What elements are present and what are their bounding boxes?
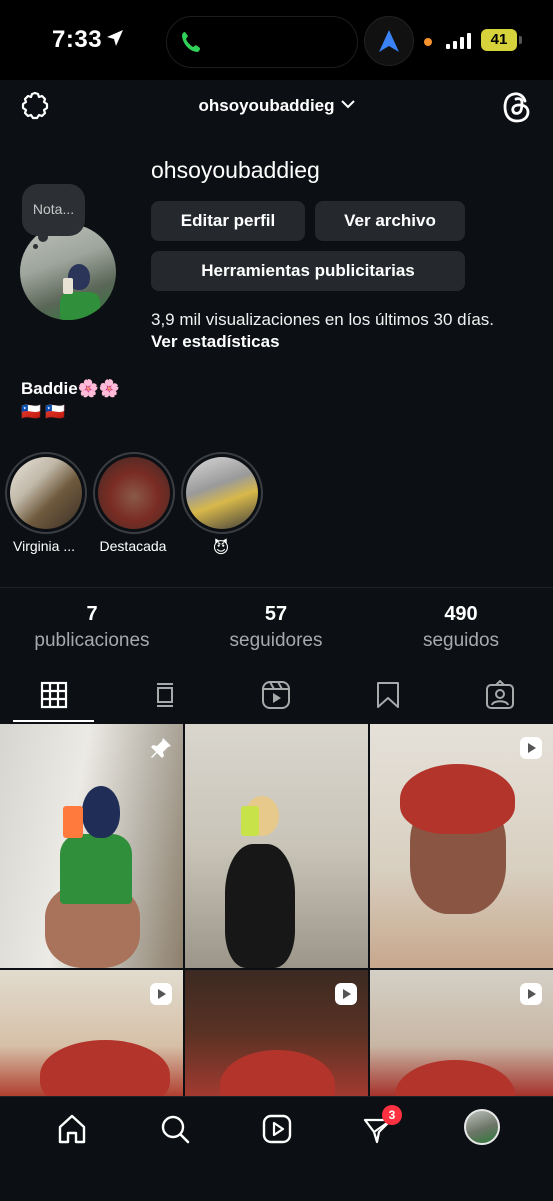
following-label: seguidos [422, 630, 500, 651]
ad-tools-button[interactable]: Herramientas publicitarias [151, 251, 465, 291]
views-summary: 3,9 mil visualizaciones en los últimos 3… [151, 310, 494, 329]
reels-nav-icon[interactable] [261, 1113, 293, 1145]
saved-icon[interactable] [373, 680, 403, 710]
note-bubble[interactable]: Nota... [22, 184, 85, 236]
profile-username-switcher[interactable]: ohsoyoubaddieg [0, 96, 553, 116]
header-username: ohsoyoubaddieg [198, 96, 335, 115]
profile-avatar[interactable] [20, 224, 116, 320]
posts-label: publicaciones [34, 630, 150, 651]
profile-name: ohsoyoubaddieg [151, 157, 320, 183]
avatar-figure-phone [63, 278, 73, 294]
grid-icon[interactable] [39, 680, 69, 710]
avatar-figure-shirt [60, 292, 100, 320]
highlight-3[interactable] [181, 452, 263, 534]
highlight-2[interactable] [93, 452, 175, 534]
navigation-arrow-icon [379, 30, 399, 52]
post-6-figure-hair [395, 1060, 515, 1096]
view-insights-link[interactable]: Ver estadísticas [151, 332, 280, 352]
threads-icon[interactable] [503, 91, 531, 123]
battery-cap [519, 36, 522, 44]
followers-label: seguidores [229, 630, 323, 651]
highlight-1[interactable] [5, 452, 87, 534]
highlight-1-cover [10, 457, 82, 529]
pin-icon [151, 738, 171, 758]
grid-post-1[interactable] [0, 724, 183, 968]
post-5-figure-hair [220, 1050, 335, 1096]
edit-profile-button[interactable]: Editar perfil [151, 201, 305, 241]
cellular-signal-icon [446, 33, 471, 49]
navigation-indicator[interactable] [364, 16, 414, 66]
reel-icon [520, 737, 542, 759]
reel-icon [335, 983, 357, 1005]
grid-post-3[interactable] [370, 724, 553, 968]
dynamic-island[interactable] [166, 16, 358, 68]
battery-indicator: 41 [481, 29, 517, 51]
grid-post-6[interactable] [370, 970, 553, 1096]
highlight-3-label: 😈 [212, 540, 230, 557]
profile-tab-avatar[interactable] [464, 1109, 500, 1145]
notification-badge: 3 [382, 1105, 402, 1125]
note-placeholder: Nota... [32, 201, 75, 217]
highlight-1-label: Virginia ... [13, 538, 75, 554]
bio-line-1: Baddie🌸🌸 [21, 379, 121, 398]
post-4-figure-hair [40, 1040, 170, 1096]
post-3-figure-hair [400, 764, 515, 834]
note-bubble-tail [38, 232, 48, 242]
home-icon[interactable] [56, 1113, 88, 1145]
view-archive-button[interactable]: Ver archivo [315, 201, 465, 241]
bio-line-2: 🇨🇱 🇨🇱 [21, 404, 66, 421]
post-1-figure-mask [82, 786, 120, 838]
privacy-indicator-dot [424, 38, 432, 46]
post-2-figure-phone [241, 806, 259, 836]
post-2-figure-dress [225, 844, 295, 968]
search-icon[interactable] [159, 1113, 191, 1145]
active-tab-indicator [13, 720, 94, 722]
tagged-icon[interactable] [485, 680, 515, 710]
grid-post-4[interactable] [0, 970, 183, 1096]
reels-icon[interactable] [261, 680, 291, 710]
posts-count: 7 [86, 603, 98, 625]
followers-stat[interactable]: 57 seguidores [184, 603, 368, 652]
note-bubble-tail-small [33, 244, 38, 249]
highlight-2-label: Destacada [99, 538, 167, 554]
status-time: 7:33 [52, 26, 103, 53]
reel-icon [520, 983, 542, 1005]
highlight-3-cover [186, 457, 258, 529]
following-count: 490 [444, 603, 478, 625]
posts-grid [0, 724, 553, 1096]
highlight-2-cover [98, 457, 170, 529]
status-bar: 7:33 41 [0, 0, 553, 80]
chevron-down-icon [340, 100, 355, 109]
following-stat[interactable]: 490 seguidos [369, 603, 553, 652]
posts-stat[interactable]: 7 publicaciones [0, 603, 184, 652]
feed-icon[interactable] [150, 680, 180, 710]
reel-icon [150, 983, 172, 1005]
stats-divider [0, 587, 553, 588]
followers-count: 57 [264, 603, 288, 625]
grid-post-2[interactable] [185, 724, 368, 968]
grid-post-5[interactable] [185, 970, 368, 1096]
location-arrow-icon [107, 30, 123, 46]
post-1-figure-shirt [60, 834, 132, 904]
post-1-figure-phone [63, 806, 83, 838]
instagram-profile-screen: 7:33 41 ohsoyoubaddieg Nota... ohsoyouba… [0, 0, 553, 1201]
phone-call-icon [182, 32, 200, 52]
